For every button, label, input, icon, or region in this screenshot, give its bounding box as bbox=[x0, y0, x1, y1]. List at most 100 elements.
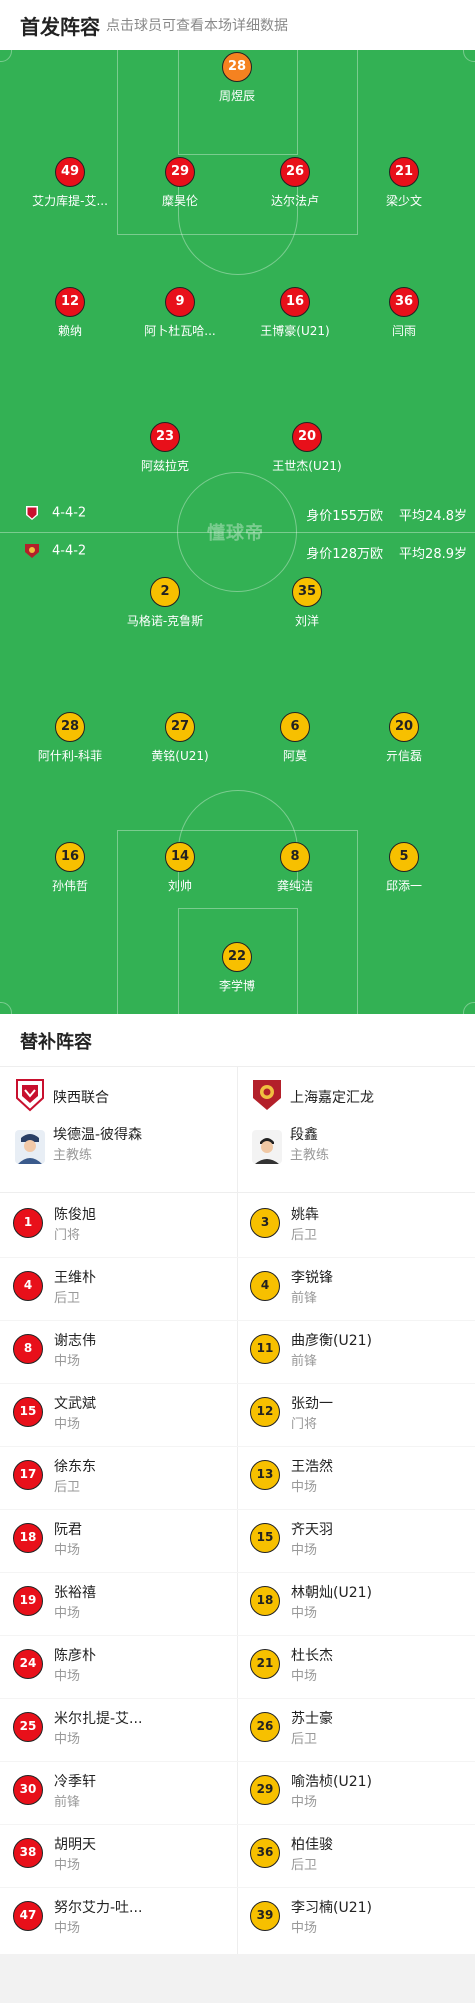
away-substitute[interactable]: 21 杜长杰 中场 bbox=[250, 1641, 470, 1691]
player-position: 门将 bbox=[291, 1417, 318, 1432]
home-player[interactable]: 49 艾力库提-艾... bbox=[10, 157, 130, 209]
jersey-number: 5 bbox=[389, 842, 419, 872]
player-name: 米尔扎提-艾... bbox=[54, 1711, 143, 1727]
away-player[interactable]: 27 黄铭(U21) bbox=[120, 712, 240, 764]
player-name: 王博豪(U21) bbox=[260, 324, 330, 338]
away-substitute[interactable]: 11 曲彦衡(U21) 前锋 bbox=[250, 1326, 470, 1376]
home-substitute[interactable]: 15 文武斌 中场 bbox=[13, 1389, 233, 1439]
home-team-logo-icon bbox=[16, 1079, 44, 1112]
player-name: 李习楠(U21) bbox=[291, 1900, 372, 1916]
away-player[interactable]: 16 孙伟哲 bbox=[10, 842, 130, 894]
column-divider bbox=[237, 1066, 238, 1954]
player-position: 中场 bbox=[54, 1354, 81, 1369]
divider bbox=[0, 1509, 475, 1510]
player-name: 苏士豪 bbox=[291, 1711, 333, 1727]
jersey-number: 36 bbox=[389, 287, 419, 317]
home-substitute[interactable]: 25 米尔扎提-艾... 中场 bbox=[13, 1704, 233, 1754]
player-position: 中场 bbox=[291, 1795, 318, 1810]
away-substitute[interactable]: 15 齐天羽 中场 bbox=[250, 1515, 470, 1565]
player-name: 阿卜杜瓦哈... bbox=[144, 324, 216, 338]
player-name: 李锐锋 bbox=[291, 1270, 333, 1286]
player-name: 李学博 bbox=[218, 979, 255, 993]
away-formation-label: 4-4-2 bbox=[52, 543, 87, 559]
jersey-number: 22 bbox=[222, 942, 252, 972]
lineup-header: 首发阵容 点击球员可查看本场详细数据 bbox=[0, 0, 475, 50]
home-substitute[interactable]: 47 努尔艾力-吐... 中场 bbox=[13, 1893, 233, 1943]
player-position: 中场 bbox=[54, 1669, 81, 1684]
player-name: 龚纯洁 bbox=[276, 879, 313, 893]
away-substitute[interactable]: 3 姚犇 后卫 bbox=[250, 1200, 470, 1250]
home-substitute[interactable]: 38 胡明天中场 bbox=[13, 1830, 233, 1880]
jersey-number: 38 bbox=[13, 1838, 43, 1868]
away-player[interactable]: 5 邱添一 bbox=[344, 842, 464, 894]
home-player[interactable]: 28 周煜辰 bbox=[177, 52, 297, 104]
away-substitute[interactable]: 26 苏士豪 后卫 bbox=[250, 1704, 470, 1754]
away-player[interactable]: 35 刘洋 bbox=[247, 577, 367, 629]
player-position: 前锋 bbox=[291, 1291, 318, 1306]
player-name: 马格诺-克鲁斯 bbox=[126, 614, 204, 628]
player-position: 中场 bbox=[54, 1921, 81, 1936]
divider bbox=[0, 1572, 475, 1573]
home-team-name: 陕西联合 bbox=[53, 1090, 109, 1106]
home-substitute[interactable]: 1 陈俊旭 门将 bbox=[13, 1200, 233, 1250]
home-substitute[interactable]: 30 冷季轩 前锋 bbox=[13, 1767, 233, 1817]
player-name: 努尔艾力-吐... bbox=[54, 1900, 143, 1916]
jersey-number: 25 bbox=[13, 1712, 43, 1742]
away-player[interactable]: 8 龚纯洁 bbox=[235, 842, 355, 894]
jersey-number: 24 bbox=[13, 1649, 43, 1679]
player-name: 刘帅 bbox=[167, 879, 192, 893]
away-player[interactable]: 20 亓信磊 bbox=[344, 712, 464, 764]
home-player[interactable]: 23 阿兹拉克 bbox=[105, 422, 225, 474]
home-substitute[interactable]: 17 徐东东 后卫 bbox=[13, 1452, 233, 1502]
home-substitute[interactable]: 19 张裕禧 中场 bbox=[13, 1578, 233, 1628]
divider bbox=[0, 1887, 475, 1888]
away-player[interactable]: 22 李学博 bbox=[177, 942, 297, 994]
jersey-number: 6 bbox=[280, 712, 310, 742]
away-player[interactable]: 6 阿莫 bbox=[235, 712, 355, 764]
home-player[interactable]: 36 闫雨 bbox=[344, 287, 464, 339]
jersey-number: 21 bbox=[250, 1649, 280, 1679]
jersey-number: 30 bbox=[13, 1775, 43, 1805]
player-position: 中场 bbox=[54, 1543, 81, 1558]
home-player[interactable]: 26 达尔法卢 bbox=[235, 157, 355, 209]
home-substitute[interactable]: 18 阮君 中场 bbox=[13, 1515, 233, 1565]
player-name: 胡明天 bbox=[54, 1837, 96, 1853]
player-position: 中场 bbox=[54, 1858, 81, 1873]
player-name: 陈彦朴 bbox=[54, 1648, 96, 1664]
player-name: 周煜辰 bbox=[218, 89, 255, 103]
away-substitute[interactable]: 12 张劲一 门将 bbox=[250, 1389, 470, 1439]
player-position: 后卫 bbox=[291, 1228, 318, 1243]
home-player[interactable]: 9 阿卜杜瓦哈... bbox=[120, 287, 240, 339]
home-player[interactable]: 29 糜昊伦 bbox=[120, 157, 240, 209]
jersey-number: 12 bbox=[55, 287, 85, 317]
jersey-number: 8 bbox=[13, 1334, 43, 1364]
home-player[interactable]: 12 赖纳 bbox=[10, 287, 130, 339]
away-substitute[interactable]: 18 林朝灿(U21) 中场 bbox=[250, 1578, 470, 1628]
away-substitute[interactable]: 36 柏佳骏 后卫 bbox=[250, 1830, 470, 1880]
player-name: 齐天羽 bbox=[291, 1522, 333, 1538]
jersey-number: 15 bbox=[250, 1523, 280, 1553]
away-player[interactable]: 28 阿什利-科菲 bbox=[10, 712, 130, 764]
jersey-number: 27 bbox=[165, 712, 195, 742]
divider bbox=[0, 1698, 475, 1699]
home-substitute[interactable]: 4 王维朴 后卫 bbox=[13, 1263, 233, 1313]
subs-title: 替补阵容 bbox=[20, 1032, 92, 1053]
home-substitute[interactable]: 24 陈彦朴中场 bbox=[13, 1641, 233, 1691]
jersey-number: 35 bbox=[292, 577, 322, 607]
home-substitute[interactable]: 8 谢志伟 中场 bbox=[13, 1326, 233, 1376]
away-player[interactable]: 14 刘帅 bbox=[120, 842, 240, 894]
away-substitute[interactable]: 13 王浩然 中场 bbox=[250, 1452, 470, 1502]
pitch: 懂球帝 4-4-2 身价155万欧 平均24.8岁 4-4-2 身价128万欧 平均… bbox=[0, 50, 475, 1014]
away-substitute[interactable]: 4 李锐锋 前锋 bbox=[250, 1263, 470, 1313]
player-name: 王浩然 bbox=[291, 1459, 333, 1475]
jersey-number: 18 bbox=[13, 1523, 43, 1553]
away-player[interactable]: 2 马格诺-克鲁斯 bbox=[105, 577, 225, 629]
away-substitute[interactable]: 39 李习楠(U21) 中场 bbox=[250, 1893, 470, 1943]
home-formation-label: 4-4-2 bbox=[52, 505, 87, 521]
home-player[interactable]: 21 梁少文 bbox=[344, 157, 464, 209]
player-name: 林朝灿(U21) bbox=[291, 1585, 372, 1601]
jersey-number: 17 bbox=[13, 1460, 43, 1490]
away-substitute[interactable]: 29 喻浩桢(U21) 中场 bbox=[250, 1767, 470, 1817]
home-player[interactable]: 16 王博豪(U21) bbox=[235, 287, 355, 339]
home-player[interactable]: 20 王世杰(U21) bbox=[247, 422, 367, 474]
